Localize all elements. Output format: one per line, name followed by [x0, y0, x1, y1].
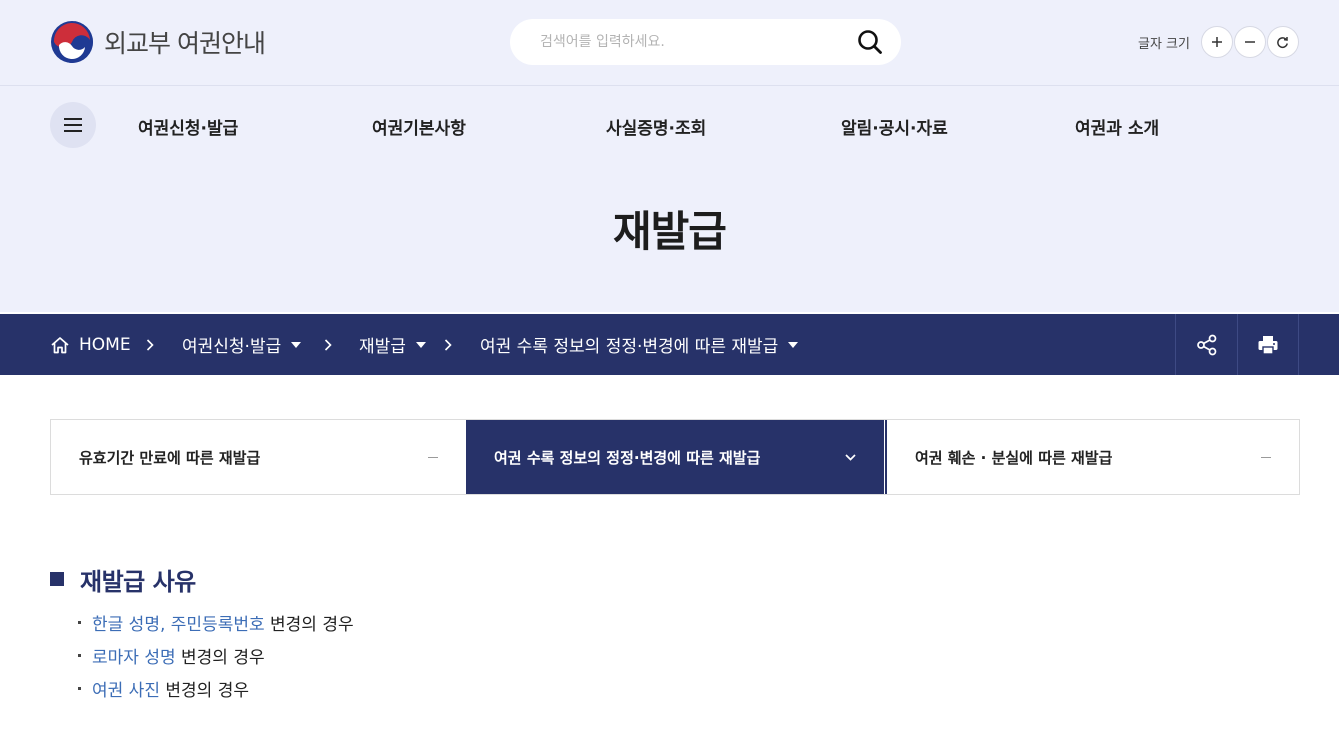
home-icon [51, 336, 69, 353]
breadcrumb-level3-label: 여권 수록 정보의 정정·변경에 따른 재발급 [480, 337, 779, 357]
reissue-tabs: 유효기간 만료에 따른 재발급 여권 수록 정보의 정정·변경에 따른 재발급 … [50, 419, 1300, 495]
font-size-label: 글자 크기 [1138, 36, 1190, 52]
print-icon [1258, 335, 1278, 355]
tab-damage-loss-reissue[interactable]: 여권 훼손 · 분실에 따른 재발급 [885, 420, 1299, 494]
gnb-passport-basics[interactable]: 여권기본사항 [372, 114, 466, 139]
dash-icon [1261, 456, 1271, 458]
tab-expiry-reissue[interactable]: 유효기간 만료에 따른 재발급 [51, 420, 466, 494]
tab-label: 여권 수록 정보의 정정·변경에 따른 재발급 [494, 448, 761, 467]
site-logo[interactable]: 외교부 여권안내 [50, 20, 266, 64]
tab-label: 여권 훼손 · 분실에 따른 재발급 [915, 448, 1113, 467]
tab-info-change-reissue[interactable]: 여권 수록 정보의 정정·변경에 따른 재발급 [466, 420, 884, 494]
reissue-reasons-list: 한글 성명, 주민등록번호 변경의 경우 로마자 성명 변경의 경우 여권 사진… [78, 606, 354, 705]
tab-label: 유효기간 만료에 따른 재발급 [79, 448, 261, 467]
chevron-right-icon [444, 314, 452, 375]
section-title: 재발급 사유 [80, 567, 196, 596]
minus-icon [1244, 41, 1255, 43]
emblem-icon [51, 21, 93, 63]
reason-link[interactable]: 여권 사진 [92, 676, 160, 701]
section-heading: 재발급 사유 [50, 563, 196, 596]
refresh-icon [1277, 36, 1289, 48]
breadcrumb-home-label: HOME [79, 334, 131, 355]
bullet-dot [78, 687, 81, 690]
breadcrumb-home[interactable]: HOME [50, 314, 131, 375]
list-item: 로마자 성명 변경의 경우 [78, 639, 354, 672]
hamburger-icon [64, 118, 82, 132]
dash-icon [428, 456, 438, 458]
bullet-dot [78, 654, 81, 657]
reason-link[interactable]: 로마자 성명 [92, 643, 176, 668]
font-increase-button[interactable] [1200, 26, 1233, 58]
print-button[interactable] [1237, 314, 1299, 375]
page-title: 재발급 [613, 207, 727, 256]
chevron-down-icon [845, 453, 856, 461]
search-input[interactable] [540, 34, 855, 50]
gnb-notices[interactable]: 알림·공시·자료 [841, 114, 948, 139]
gnb-about[interactable]: 여권과 소개 [1075, 114, 1159, 139]
list-item: 여권 사진 변경의 경우 [78, 672, 354, 705]
chevron-right-icon [324, 314, 332, 375]
reason-link[interactable]: 한글 성명, 주민등록번호 [92, 610, 265, 635]
bullet-dot [78, 621, 81, 624]
header-divider [0, 85, 1339, 86]
reason-suffix: 변경의 경우 [165, 681, 249, 701]
caret-down-icon [788, 341, 799, 348]
header-area: 외교부 여권안내 글자 크기 [0, 0, 1339, 312]
reason-suffix: 변경의 경우 [270, 615, 354, 635]
search-box [510, 19, 901, 65]
share-icon [1196, 334, 1216, 355]
font-reset-button[interactable] [1266, 26, 1299, 58]
font-size-control: 글자 크기 [1138, 26, 1299, 58]
square-bullet-icon [50, 572, 64, 586]
breadcrumb-level1[interactable]: 여권신청·발급 [182, 314, 302, 375]
breadcrumb: HOME 여권신청·발급 재발급 여권 수록 정보의 정정·변경에 따른 재발급 [0, 314, 1339, 375]
caret-down-icon [415, 341, 426, 348]
list-item: 한글 성명, 주민등록번호 변경의 경우 [78, 606, 354, 639]
font-decrease-button[interactable] [1233, 26, 1266, 58]
gnb-passport-apply[interactable]: 여권신청·발급 [138, 114, 238, 139]
breadcrumb-level2[interactable]: 재발급 [359, 314, 426, 375]
share-button[interactable] [1175, 314, 1237, 375]
breadcrumb-level1-label: 여권신청·발급 [182, 337, 282, 357]
breadcrumb-level3[interactable]: 여권 수록 정보의 정정·변경에 따른 재발급 [480, 314, 799, 375]
chevron-right-icon [146, 314, 154, 375]
caret-down-icon [291, 341, 302, 348]
plus-icon [1211, 37, 1222, 47]
gnb-certificate-lookup[interactable]: 사실증명·조회 [606, 114, 706, 139]
search-button[interactable] [855, 27, 885, 57]
search-icon [858, 30, 882, 54]
site-name: 외교부 여권안내 [104, 29, 266, 58]
breadcrumb-level2-label: 재발급 [359, 337, 406, 357]
all-menu-button[interactable] [50, 102, 96, 148]
reason-suffix: 변경의 경우 [181, 648, 265, 668]
